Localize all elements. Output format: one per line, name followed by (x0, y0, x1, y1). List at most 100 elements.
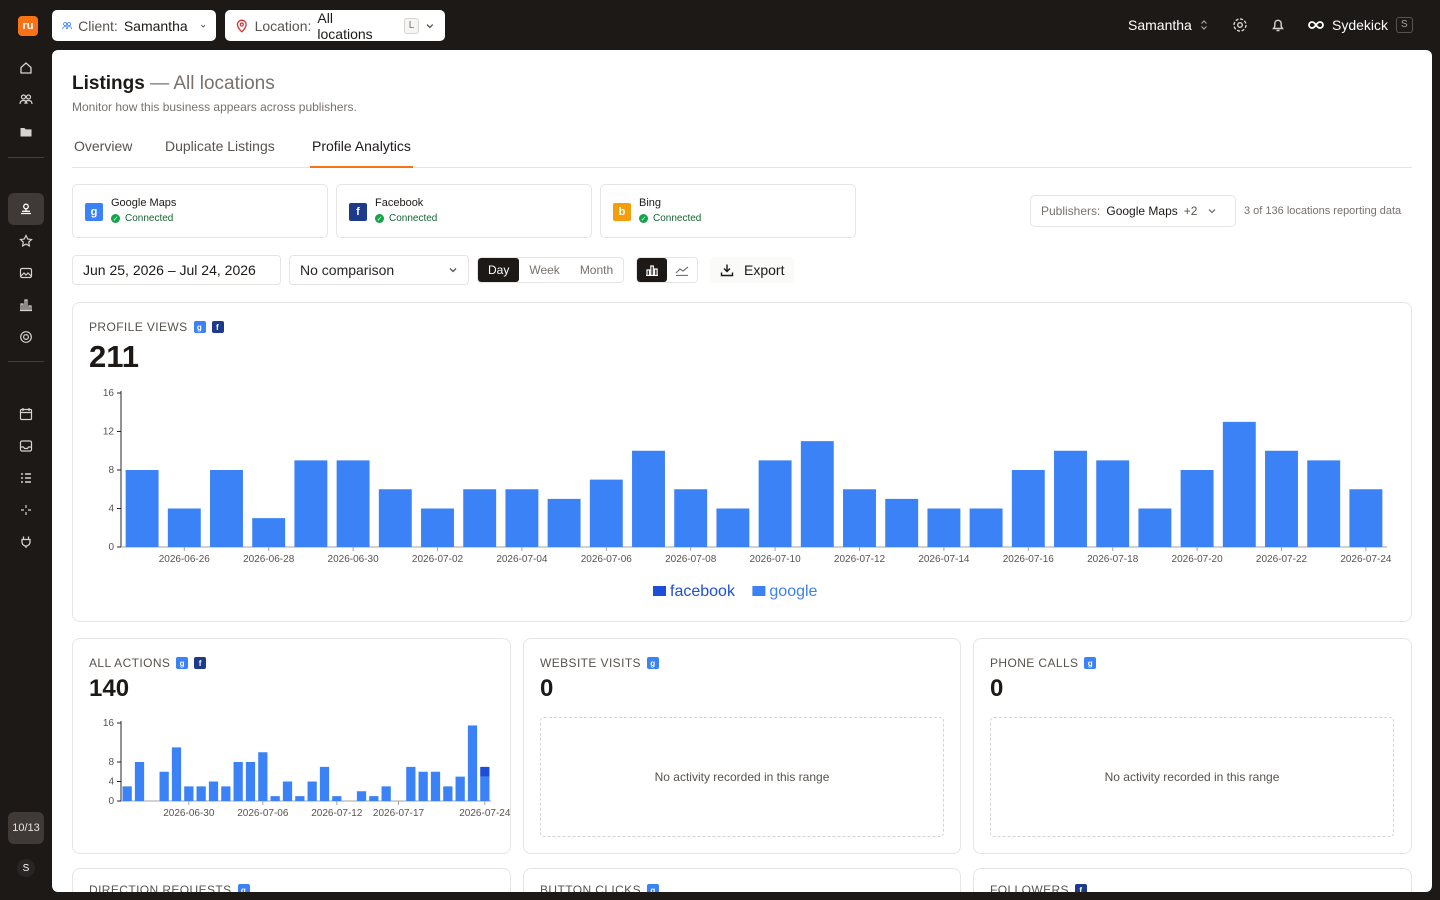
bar-google[interactable] (208, 781, 219, 802)
bar-google[interactable] (332, 796, 342, 801)
bar-google[interactable] (171, 747, 182, 801)
bar-google[interactable] (252, 518, 286, 547)
all-actions-card: ALL ACTIONS g f 140 0 4 8 16 2026-06-30 2026-07… (72, 638, 511, 854)
analytics-icon[interactable] (18, 297, 34, 313)
calendar-icon[interactable] (18, 406, 34, 422)
comparison-select[interactable]: No comparison (289, 255, 469, 285)
bar-google[interactable] (336, 460, 370, 547)
bar-google[interactable] (319, 766, 330, 801)
list-icon[interactable] (18, 470, 34, 486)
folder-icon[interactable] (18, 124, 34, 140)
tab-duplicate-listings[interactable]: Duplicate Listings (165, 138, 275, 162)
location-selector[interactable]: Location: All locations L (225, 10, 445, 42)
bar-google[interactable] (463, 489, 497, 547)
users-icon[interactable] (18, 92, 34, 108)
bar-google[interactable] (467, 725, 478, 801)
bell-icon[interactable] (1270, 17, 1286, 33)
bar-google[interactable] (674, 489, 708, 547)
sydekick-shortcut-badge: S (1396, 17, 1413, 33)
bar-google[interactable] (632, 450, 665, 547)
date-range-picker[interactable]: Jun 25, 2026 – Jul 24, 2026 (72, 255, 281, 285)
user-menu[interactable]: Samantha (1128, 0, 1208, 50)
bar-google[interactable] (418, 771, 428, 801)
bar-google[interactable] (758, 460, 792, 547)
publisher-card-google-maps[interactable]: g Google Maps ✓ Connected (72, 184, 328, 238)
client-selector[interactable]: Client: Samantha (52, 10, 216, 41)
bar-google[interactable] (800, 441, 834, 547)
granularity-week[interactable]: Week (519, 258, 569, 282)
x-tick-label: 2026-06-28 (243, 554, 295, 565)
bar-google[interactable] (421, 508, 454, 548)
bar-google[interactable] (716, 508, 750, 548)
bar-google[interactable] (430, 771, 441, 801)
publisher-filter-select[interactable]: Publishers: Google Maps +2 (1030, 195, 1236, 227)
image-icon[interactable] (18, 265, 34, 281)
bar-google[interactable] (480, 776, 490, 801)
bar-google[interactable] (505, 489, 539, 547)
bar-google[interactable] (969, 508, 1003, 548)
bar-google[interactable] (282, 781, 293, 802)
bar-google[interactable] (381, 786, 391, 801)
bar-google[interactable] (356, 791, 367, 801)
avatar[interactable]: S (17, 859, 35, 877)
bar-google[interactable] (1096, 460, 1130, 547)
home-icon[interactable] (18, 60, 34, 76)
all-actions-chart: 0 4 8 16 2026-06-30 2026-07-06 2026-07-12 2026-… (103, 718, 510, 819)
users-icon (62, 21, 72, 29)
bar-google[interactable] (184, 786, 194, 801)
bar-google[interactable] (547, 498, 581, 547)
bar-chart-icon[interactable] (637, 258, 667, 282)
bar-google[interactable] (1138, 508, 1172, 548)
publisher-card-bing[interactable]: b Bing ✓ Connected (600, 184, 856, 238)
bar-google[interactable] (125, 470, 159, 547)
listings-icon[interactable] (18, 201, 34, 217)
bar-facebook[interactable] (480, 766, 490, 777)
bar-google[interactable] (159, 771, 169, 801)
rail-count-badge[interactable]: 10/13 (8, 812, 44, 844)
granularity-day[interactable]: Day (478, 258, 520, 282)
bar-google[interactable] (258, 752, 268, 801)
bar-google[interactable] (221, 786, 231, 801)
star-icon[interactable] (18, 233, 34, 249)
bar-google[interactable] (455, 776, 465, 801)
sydekick-button[interactable]: Sydekick S (1308, 0, 1413, 50)
bar-google[interactable] (294, 460, 328, 547)
tab-overview[interactable]: Overview (74, 138, 132, 162)
bar-google[interactable] (233, 762, 243, 801)
bar-google[interactable] (927, 508, 961, 548)
bar-google[interactable] (406, 766, 416, 801)
bar-google[interactable] (245, 762, 256, 801)
bar-google[interactable] (295, 796, 305, 801)
bar-google[interactable] (1307, 460, 1341, 547)
bar-google[interactable] (885, 498, 919, 547)
bar-google[interactable] (167, 508, 201, 548)
bar-google[interactable] (270, 796, 280, 801)
app-logo[interactable]: ru (18, 16, 38, 36)
bar-google[interactable] (378, 489, 412, 547)
line-chart-icon[interactable] (667, 258, 697, 282)
sparkle-icon[interactable] (18, 502, 34, 518)
bar-google[interactable] (1222, 421, 1256, 547)
publisher-card-facebook[interactable]: f Facebook ✓ Connected (336, 184, 592, 238)
bar-google[interactable] (443, 786, 453, 801)
bar-google[interactable] (1349, 489, 1383, 547)
tab-profile-analytics[interactable]: Profile Analytics (310, 138, 413, 168)
bar-google[interactable] (589, 479, 623, 547)
bar-google[interactable] (196, 786, 206, 801)
bar-google[interactable] (843, 489, 876, 547)
bar-google[interactable] (1180, 470, 1214, 547)
ai-icon[interactable] (18, 329, 34, 345)
plug-icon[interactable] (18, 534, 34, 550)
export-button[interactable]: Export (710, 257, 795, 283)
bar-google[interactable] (210, 470, 243, 547)
bar-google[interactable] (307, 781, 317, 802)
bar-google[interactable] (134, 762, 145, 801)
bar-google[interactable] (369, 796, 379, 801)
bar-google[interactable] (122, 786, 132, 801)
granularity-month[interactable]: Month (570, 258, 623, 282)
bar-google[interactable] (1011, 470, 1045, 547)
gear-icon[interactable] (1232, 17, 1248, 33)
bar-google[interactable] (1265, 450, 1298, 547)
inbox-icon[interactable] (18, 438, 34, 454)
bar-google[interactable] (1054, 450, 1087, 547)
